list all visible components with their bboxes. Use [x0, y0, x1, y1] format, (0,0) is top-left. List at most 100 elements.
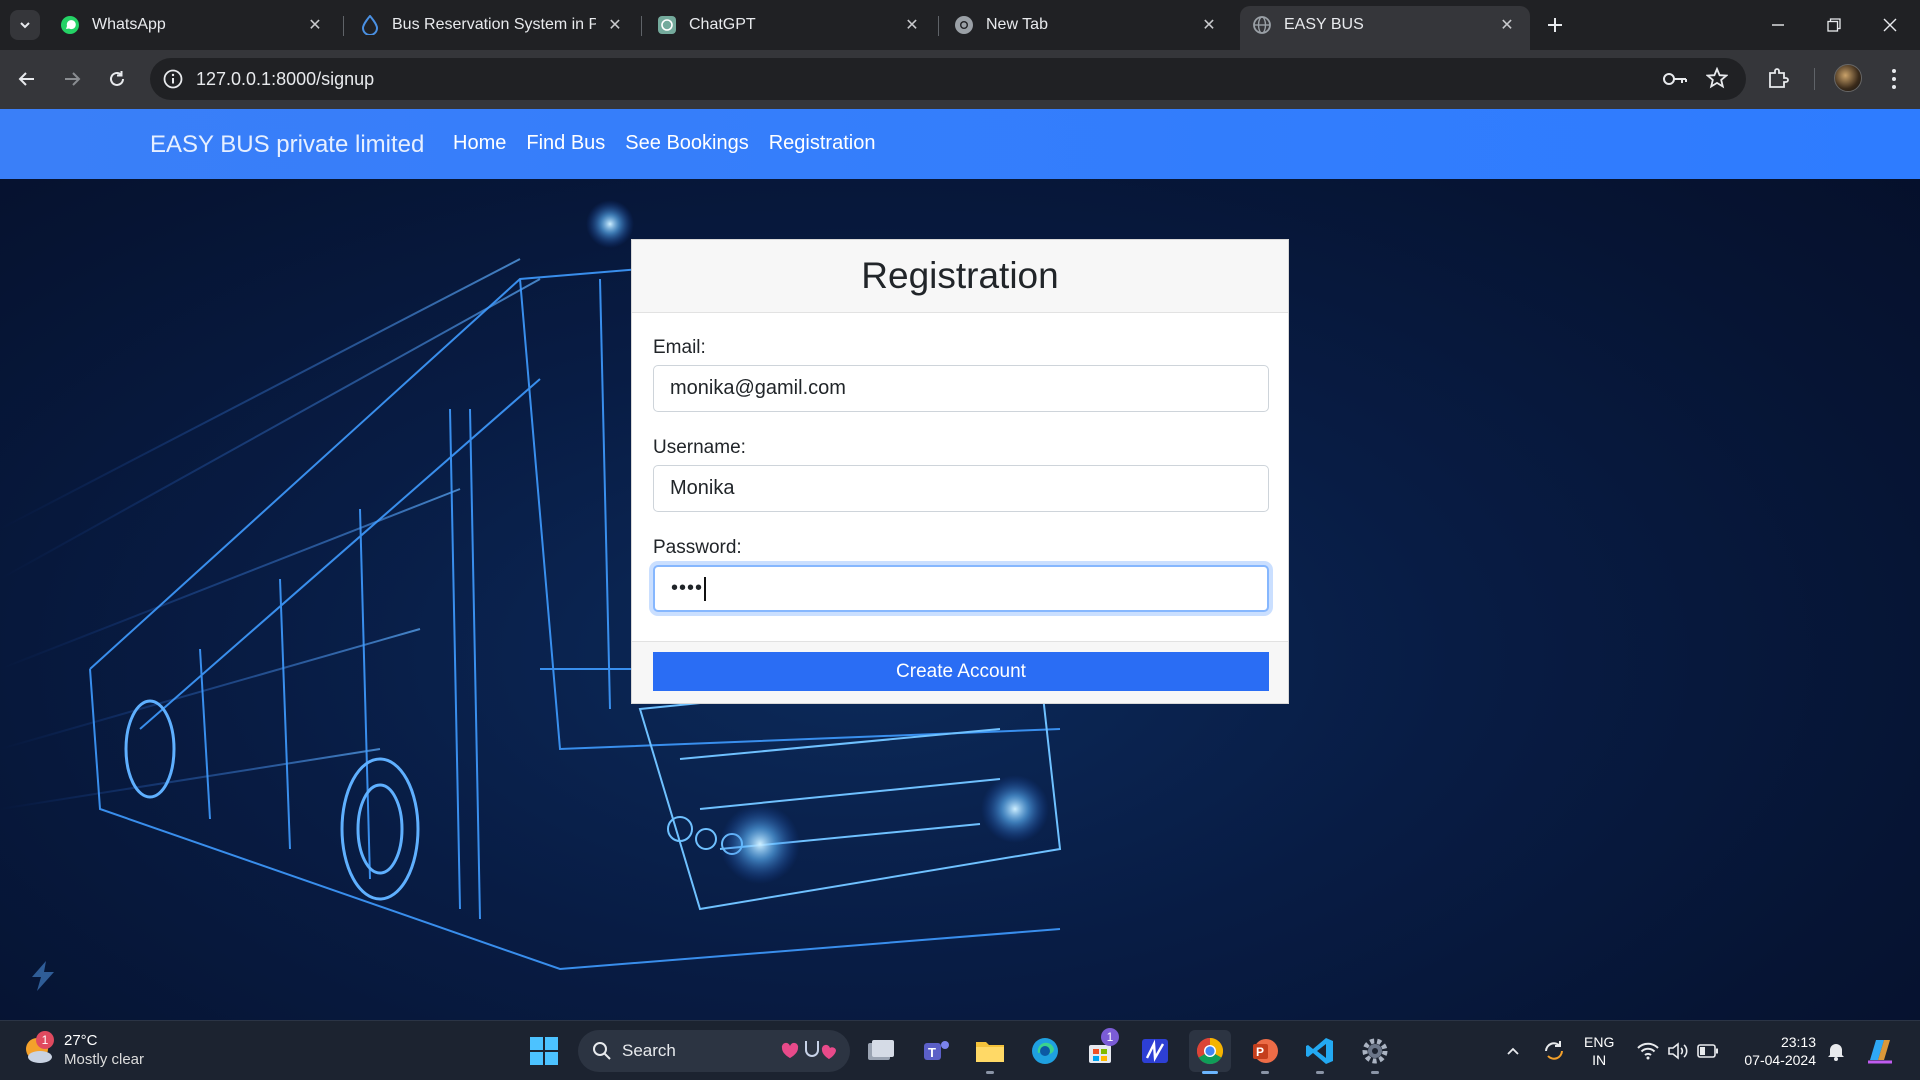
language-code: ENG — [1584, 1034, 1615, 1050]
username-value: Monika — [670, 477, 735, 499]
site-info-icon[interactable] — [162, 68, 184, 90]
sync-icon — [1545, 1041, 1563, 1060]
card-body: Email: monika@gamil.com Username: Monika… — [632, 313, 1288, 641]
close-icon[interactable]: ✕ — [604, 14, 626, 36]
taskbar-vscode[interactable] — [1299, 1030, 1341, 1074]
windows-taskbar: 1 27°C Mostly clear Search T 1 P ENG IN … — [0, 1020, 1920, 1080]
close-icon[interactable]: ✕ — [901, 14, 923, 36]
close-window-button[interactable] — [1862, 0, 1918, 50]
tab-title: WhatsApp — [92, 16, 166, 33]
back-button[interactable] — [10, 62, 44, 96]
copilot-button[interactable] — [1860, 1021, 1900, 1080]
running-indicator — [1202, 1071, 1218, 1074]
close-icon — [1883, 18, 1897, 32]
password-field[interactable]: •••• — [653, 565, 1269, 612]
taskbar-task-view[interactable] — [860, 1030, 902, 1072]
notification-button[interactable] — [1822, 1021, 1850, 1080]
search-icon — [593, 1042, 611, 1060]
clock-date: 07-04-2024 — [1744, 1052, 1816, 1068]
tab-separator — [641, 16, 642, 36]
nav-link-see-bookings[interactable]: See Bookings — [625, 132, 748, 155]
weather-desc: Mostly clear — [64, 1051, 145, 1068]
tab-search-button[interactable] — [10, 10, 40, 40]
tab-new-tab[interactable]: New Tab ✕ — [942, 6, 1232, 44]
username-field[interactable]: Monika — [653, 465, 1269, 512]
password-value: •••• — [671, 577, 704, 599]
taskbar-app-editor[interactable] — [1134, 1030, 1176, 1072]
reload-button[interactable] — [100, 62, 134, 96]
taskbar-chrome[interactable] — [1189, 1030, 1231, 1074]
tab-separator — [938, 16, 939, 36]
running-indicator — [1316, 1071, 1324, 1074]
speaker-icon — [1668, 1042, 1688, 1060]
restore-button[interactable] — [1806, 0, 1862, 50]
region-code: IN — [1592, 1052, 1607, 1068]
taskbar-store[interactable]: 1 — [1079, 1028, 1121, 1072]
email-field[interactable]: monika@gamil.com — [653, 365, 1269, 412]
taskbar-settings[interactable] — [1354, 1030, 1396, 1074]
password-key-icon[interactable] — [1662, 68, 1688, 95]
arrow-right-icon — [65, 72, 81, 86]
taskbar-search[interactable]: Search — [578, 1030, 850, 1072]
chrome-icon — [1196, 1037, 1224, 1065]
tab-easy-bus[interactable]: EASY BUS ✕ — [1240, 6, 1530, 50]
menu-dot — [1892, 85, 1896, 89]
address-bar[interactable]: 127.0.0.1:8000/signup — [150, 58, 1746, 100]
tab-title: EASY BUS — [1284, 16, 1364, 33]
arrow-left-icon — [18, 72, 34, 86]
new-tab-button[interactable] — [1540, 10, 1570, 40]
browser-menu-button[interactable] — [1882, 64, 1906, 94]
corner-bolt-icon — [32, 961, 54, 991]
wifi-tray[interactable] — [1634, 1021, 1662, 1080]
email-value: monika@gamil.com — [670, 377, 846, 399]
create-account-button[interactable]: Create Account — [653, 652, 1269, 691]
tab-chatgpt[interactable]: ChatGPT ✕ — [645, 6, 935, 44]
brand-logo-text[interactable]: EASY BUS private limited — [150, 131, 424, 159]
language-indicator[interactable]: ENG IN — [1584, 1033, 1614, 1069]
nav-link-home[interactable]: Home — [453, 132, 506, 155]
chevron-up-icon — [1507, 1047, 1519, 1055]
tab-whatsapp[interactable]: WhatsApp ✕ — [48, 6, 338, 44]
edge-icon — [1032, 1038, 1058, 1064]
taskbar-edge[interactable] — [1024, 1030, 1066, 1072]
toolbar-separator — [1814, 68, 1815, 90]
taskbar-powerpoint[interactable]: P — [1244, 1030, 1286, 1074]
nav-link-find-bus[interactable]: Find Bus — [526, 132, 605, 155]
tab-bus-reservation[interactable]: Bus Reservation System in Pyth ✕ — [348, 6, 638, 44]
clock-time: 23:13 — [1780, 1034, 1816, 1050]
task-view-icon — [868, 1040, 894, 1060]
chrome-icon — [954, 15, 974, 35]
svg-text:T: T — [928, 1045, 936, 1060]
start-button[interactable] — [529, 1036, 559, 1071]
running-indicator — [1371, 1071, 1379, 1074]
show-hidden-icons-button[interactable] — [1500, 1021, 1526, 1080]
forward-button[interactable] — [55, 62, 89, 96]
volume-tray[interactable] — [1664, 1021, 1692, 1080]
tab-separator — [343, 16, 344, 36]
close-icon[interactable]: ✕ — [304, 14, 326, 36]
taskbar-teams[interactable]: T — [915, 1030, 957, 1072]
nav-links: Home Find Bus See Bookings Registration — [453, 132, 875, 155]
site-navbar: EASY BUS private limited Home Find Bus S… — [0, 109, 1920, 179]
bell-icon — [1828, 1044, 1844, 1061]
clock[interactable]: 23:13 07-04-2024 — [1736, 1033, 1816, 1069]
store-badge: 1 — [1101, 1028, 1119, 1046]
whatsapp-icon — [60, 15, 80, 35]
weather-widget[interactable]: 1 27°C Mostly clear — [22, 1031, 144, 1069]
windows-logo-icon — [530, 1037, 558, 1065]
minimize-button[interactable] — [1750, 0, 1806, 50]
close-icon[interactable]: ✕ — [1496, 14, 1518, 36]
chevron-down-icon — [20, 22, 30, 29]
card-header: Registration — [632, 240, 1288, 313]
battery-tray[interactable] — [1694, 1021, 1722, 1080]
bookmark-star-icon[interactable] — [1705, 66, 1729, 94]
profile-avatar[interactable] — [1834, 64, 1862, 92]
chatgpt-icon — [657, 15, 677, 35]
close-icon[interactable]: ✕ — [1198, 14, 1220, 36]
weather-text: 27°C Mostly clear — [64, 1031, 144, 1069]
nav-link-registration[interactable]: Registration — [769, 132, 876, 155]
tab-title: New Tab — [986, 16, 1048, 33]
extensions-puzzle-icon[interactable] — [1766, 66, 1790, 95]
taskbar-file-explorer[interactable] — [969, 1030, 1011, 1074]
sync-tray-button[interactable] — [1538, 1021, 1570, 1080]
